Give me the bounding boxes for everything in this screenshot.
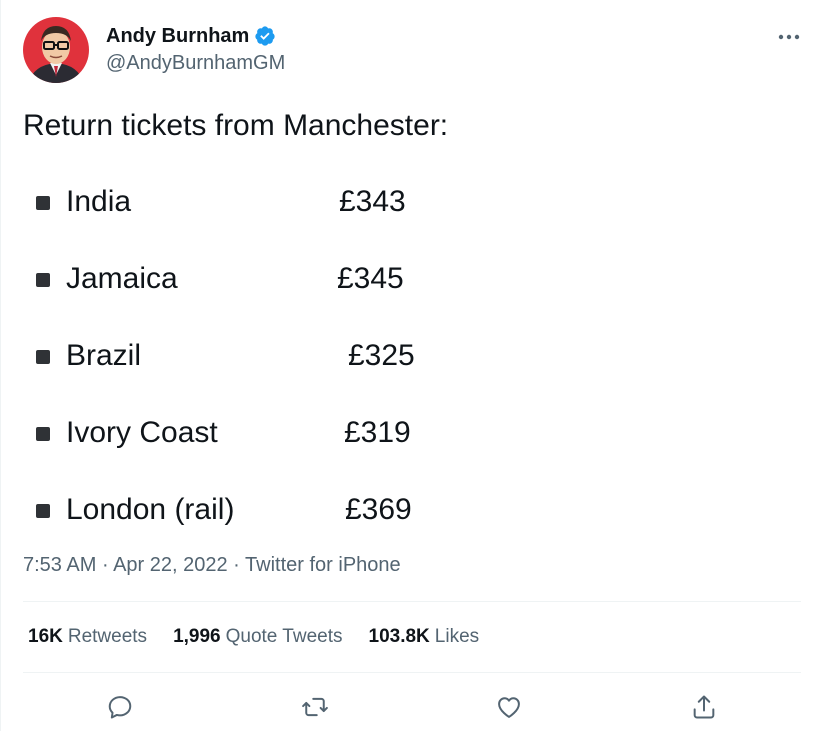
list-item: Ivory Coast £319 [36, 413, 476, 453]
tweet-time[interactable]: 7:53 AM [23, 554, 96, 576]
meta-separator: · [101, 554, 109, 576]
share-icon [693, 695, 715, 719]
list-item: London (rail) £369 [36, 490, 476, 530]
meta-separator: · [233, 554, 240, 576]
likes-label: Likes [434, 626, 480, 647]
more-options-button[interactable] [774, 22, 804, 52]
retweet-icon [302, 697, 328, 717]
list-item: Brazil £325 [36, 336, 476, 376]
destination-label: London (rail) [66, 493, 235, 526]
quote-tweets-count: 1,996 [173, 626, 221, 647]
price-value: £325 [348, 339, 415, 372]
likes-stat[interactable]: 103.8K Likes [369, 624, 480, 650]
tweet-source[interactable]: Twitter for iPhone [245, 554, 401, 576]
author-handle[interactable]: @AndyBurnhamGM [106, 51, 285, 75]
retweets-count: 16K [28, 626, 63, 647]
bullet-icon [36, 504, 50, 518]
like-button[interactable] [492, 690, 526, 724]
reply-icon [108, 696, 132, 719]
destination-label: India [66, 185, 132, 218]
left-border [0, 0, 1, 731]
author-name-row[interactable]: Andy Burnham [106, 24, 276, 48]
author-display-name[interactable]: Andy Burnham [106, 24, 249, 48]
more-horizontal-icon [778, 34, 800, 40]
price-value: £345 [337, 262, 404, 295]
bullet-icon [36, 350, 50, 364]
retweets-stat[interactable]: 16K Retweets [28, 624, 147, 650]
avatar-illustration [23, 17, 89, 83]
share-button[interactable] [687, 690, 721, 724]
retweet-button[interactable] [298, 690, 332, 724]
tweet-text: Return tickets from Manchester: [23, 109, 449, 142]
price-value: £343 [339, 185, 406, 218]
reply-button[interactable] [103, 690, 137, 724]
quote-tweets-label: Quote Tweets [225, 626, 343, 647]
tweet-date[interactable]: Apr 22, 2022 [113, 554, 228, 576]
destination-label: Jamaica [66, 262, 178, 295]
avatar[interactable] [23, 17, 89, 83]
divider [23, 601, 801, 602]
price-value: £369 [345, 493, 412, 526]
quote-tweets-stat[interactable]: 1,996 Quote Tweets [173, 624, 342, 650]
destination-label: Brazil [66, 339, 142, 372]
divider [23, 672, 801, 673]
bullet-icon [36, 273, 50, 287]
retweets-label: Retweets [67, 626, 148, 647]
list-item: Jamaica £345 [36, 259, 476, 299]
verified-badge-icon [254, 25, 276, 47]
tweet-stats: 16K Retweets 1,996 Quote Tweets 103.8K Like… [28, 624, 505, 650]
list-item: India £343 [36, 182, 476, 222]
price-value: £319 [344, 416, 411, 449]
destination-label: Ivory Coast [66, 416, 218, 449]
likes-count: 103.8K [368, 626, 430, 647]
heart-icon [498, 697, 520, 718]
bullet-icon [36, 196, 50, 210]
bullet-icon [36, 427, 50, 441]
tweet-meta: 7:53 AM · Apr 22, 2022 · Twitter for iPh… [23, 552, 401, 578]
